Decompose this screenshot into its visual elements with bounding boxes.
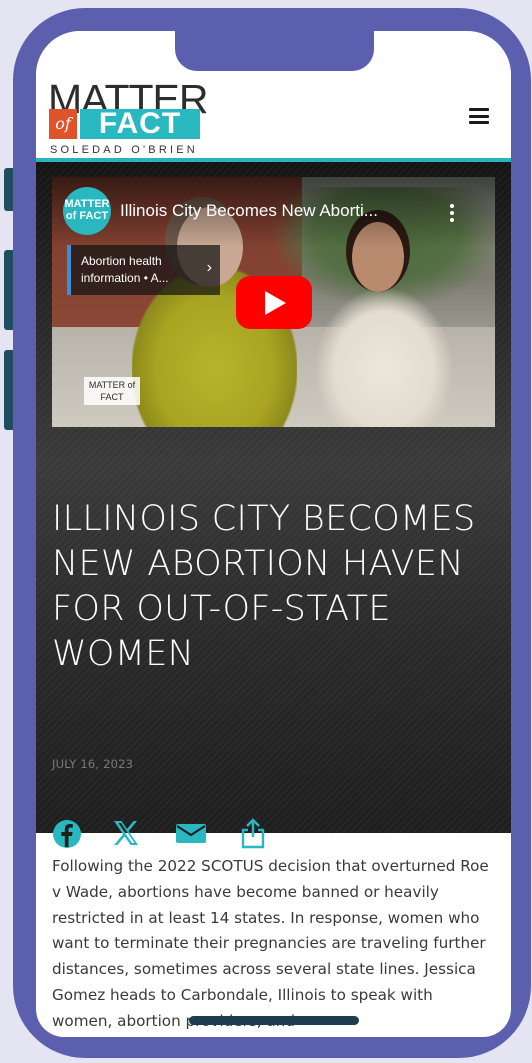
info-card-text: Abortion health information • A... xyxy=(81,254,169,285)
logo-byline: SOLEDAD O'BRIEN xyxy=(50,144,198,156)
home-indicator xyxy=(189,1016,359,1025)
chevron-right-icon: › xyxy=(206,259,212,276)
info-card[interactable]: Abortion health information • A... › xyxy=(67,245,220,295)
phone-notch xyxy=(175,31,374,71)
video-player[interactable]: MATTER of FACT Illinois City Becomes New… xyxy=(52,177,495,427)
x-icon[interactable] xyxy=(112,818,140,852)
logo-of-text: of xyxy=(49,109,77,139)
article-date: JULY 16, 2023 xyxy=(52,757,134,771)
article-title: ILLINOIS CITY BECOMES NEW ABORTION HAVEN… xyxy=(52,499,476,674)
facebook-icon[interactable] xyxy=(52,818,82,854)
more-options-icon[interactable] xyxy=(449,204,455,226)
logo-fact-text: FACT xyxy=(80,109,200,139)
video-thumbnail-person-right xyxy=(314,287,454,427)
mail-icon[interactable] xyxy=(175,818,207,852)
video-title[interactable]: Illinois City Becomes New Aborti... xyxy=(120,201,425,221)
article-body: Following the 2022 SCOTUS decision that … xyxy=(52,857,489,1030)
phone-screen: MATTER of FACT SOLEDAD O'BRIEN MATTER of… xyxy=(36,31,511,1037)
channel-avatar[interactable]: MATTER of FACT xyxy=(63,187,111,235)
hamburger-menu-icon[interactable] xyxy=(469,108,489,124)
share-icon[interactable] xyxy=(239,818,267,854)
article-hero: MATTER of FACT Illinois City Becomes New… xyxy=(36,162,511,849)
play-button[interactable] xyxy=(236,276,312,329)
channel-watermark[interactable]: MATTER of FACT xyxy=(84,377,140,405)
